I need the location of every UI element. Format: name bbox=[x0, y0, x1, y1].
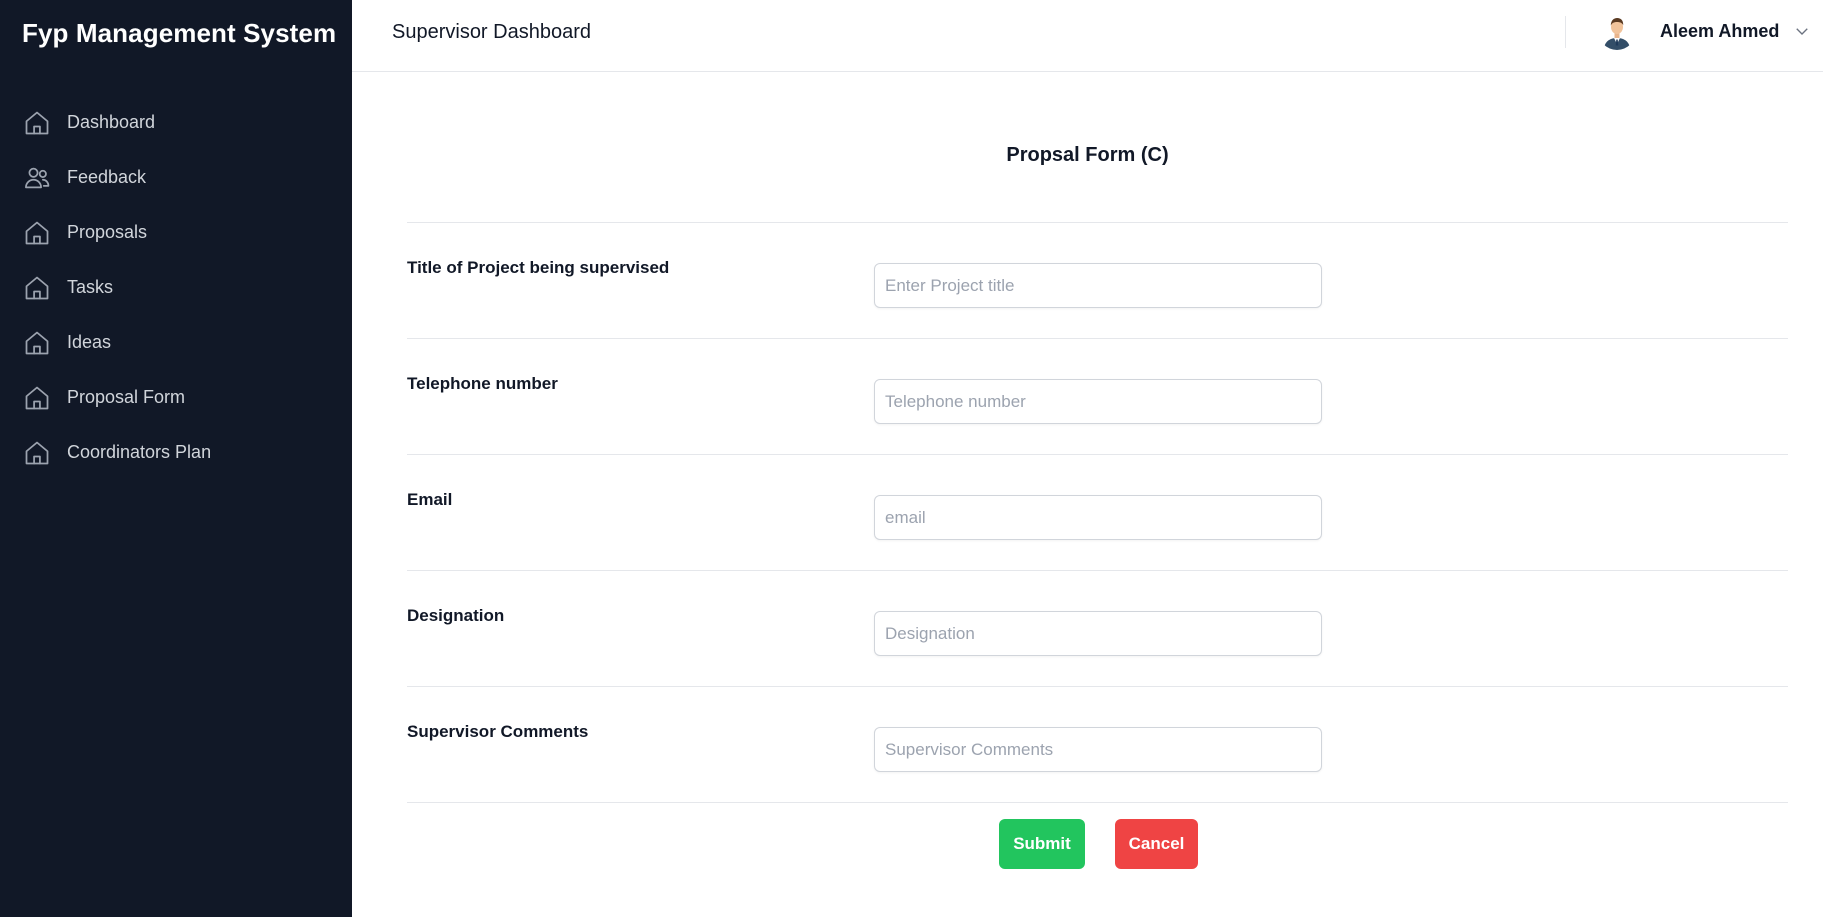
field-label-telephone: Telephone number bbox=[407, 374, 558, 393]
designation-input[interactable] bbox=[874, 611, 1322, 656]
sidebar-item-coordinators-plan[interactable]: Coordinators Plan bbox=[0, 425, 352, 480]
sidebar-nav: Dashboard Feedback Proposals Tasks Ideas bbox=[0, 95, 352, 480]
sidebar-item-label: Proposals bbox=[67, 222, 148, 242]
home-icon bbox=[22, 218, 52, 248]
sidebar-item-label: Feedback bbox=[67, 167, 147, 187]
home-icon bbox=[22, 108, 52, 138]
telephone-input[interactable] bbox=[874, 379, 1322, 424]
sidebar-item-proposal-form[interactable]: Proposal Form bbox=[0, 370, 352, 425]
divider bbox=[407, 222, 1788, 223]
field-label-designation: Designation bbox=[407, 606, 505, 625]
user-name: Aleem Ahmed bbox=[1660, 20, 1780, 41]
user-menu[interactable]: Aleem Ahmed bbox=[1598, 12, 1811, 50]
field-label-email: Email bbox=[407, 490, 453, 509]
users-icon bbox=[22, 163, 52, 193]
divider bbox=[407, 570, 1788, 571]
cancel-button[interactable]: Cancel bbox=[1115, 819, 1198, 869]
top-header: Supervisor Dashboard Aleem Ahmed bbox=[352, 0, 1823, 72]
field-label-supervisor-comments: Supervisor Comments bbox=[407, 722, 589, 741]
field-label-project-title: Title of Project being supervised bbox=[407, 258, 670, 277]
page-title: Supervisor Dashboard bbox=[392, 21, 591, 43]
home-icon bbox=[22, 383, 52, 413]
divider bbox=[407, 686, 1788, 687]
sidebar-item-label: Coordinators Plan bbox=[67, 442, 212, 462]
app-brand: Fyp Management System bbox=[22, 18, 337, 48]
sidebar-item-ideas[interactable]: Ideas bbox=[0, 315, 352, 370]
header-divider bbox=[1565, 16, 1566, 48]
divider bbox=[407, 454, 1788, 455]
sidebar-item-label: Tasks bbox=[67, 277, 114, 297]
sidebar-item-dashboard[interactable]: Dashboard bbox=[0, 95, 352, 150]
sidebar: Fyp Management System Dashboard Feedback… bbox=[0, 0, 352, 917]
chevron-down-icon bbox=[1793, 22, 1811, 40]
project-title-input[interactable] bbox=[874, 263, 1322, 308]
divider bbox=[407, 338, 1788, 339]
sidebar-item-feedback[interactable]: Feedback bbox=[0, 150, 352, 205]
form-title: Propsal Form (C) bbox=[1006, 144, 1169, 166]
sidebar-item-label: Proposal Form bbox=[67, 387, 186, 407]
email-input[interactable] bbox=[874, 495, 1322, 540]
avatar bbox=[1598, 12, 1636, 50]
submit-button[interactable]: Submit bbox=[999, 819, 1085, 869]
sidebar-item-label: Ideas bbox=[67, 332, 112, 352]
sidebar-item-tasks[interactable]: Tasks bbox=[0, 260, 352, 315]
home-icon bbox=[22, 328, 52, 358]
home-icon bbox=[22, 438, 52, 468]
sidebar-item-proposals[interactable]: Proposals bbox=[0, 205, 352, 260]
divider bbox=[407, 802, 1788, 803]
supervisor-comments-input[interactable] bbox=[874, 727, 1322, 772]
home-icon bbox=[22, 273, 52, 303]
sidebar-item-label: Dashboard bbox=[67, 112, 156, 132]
